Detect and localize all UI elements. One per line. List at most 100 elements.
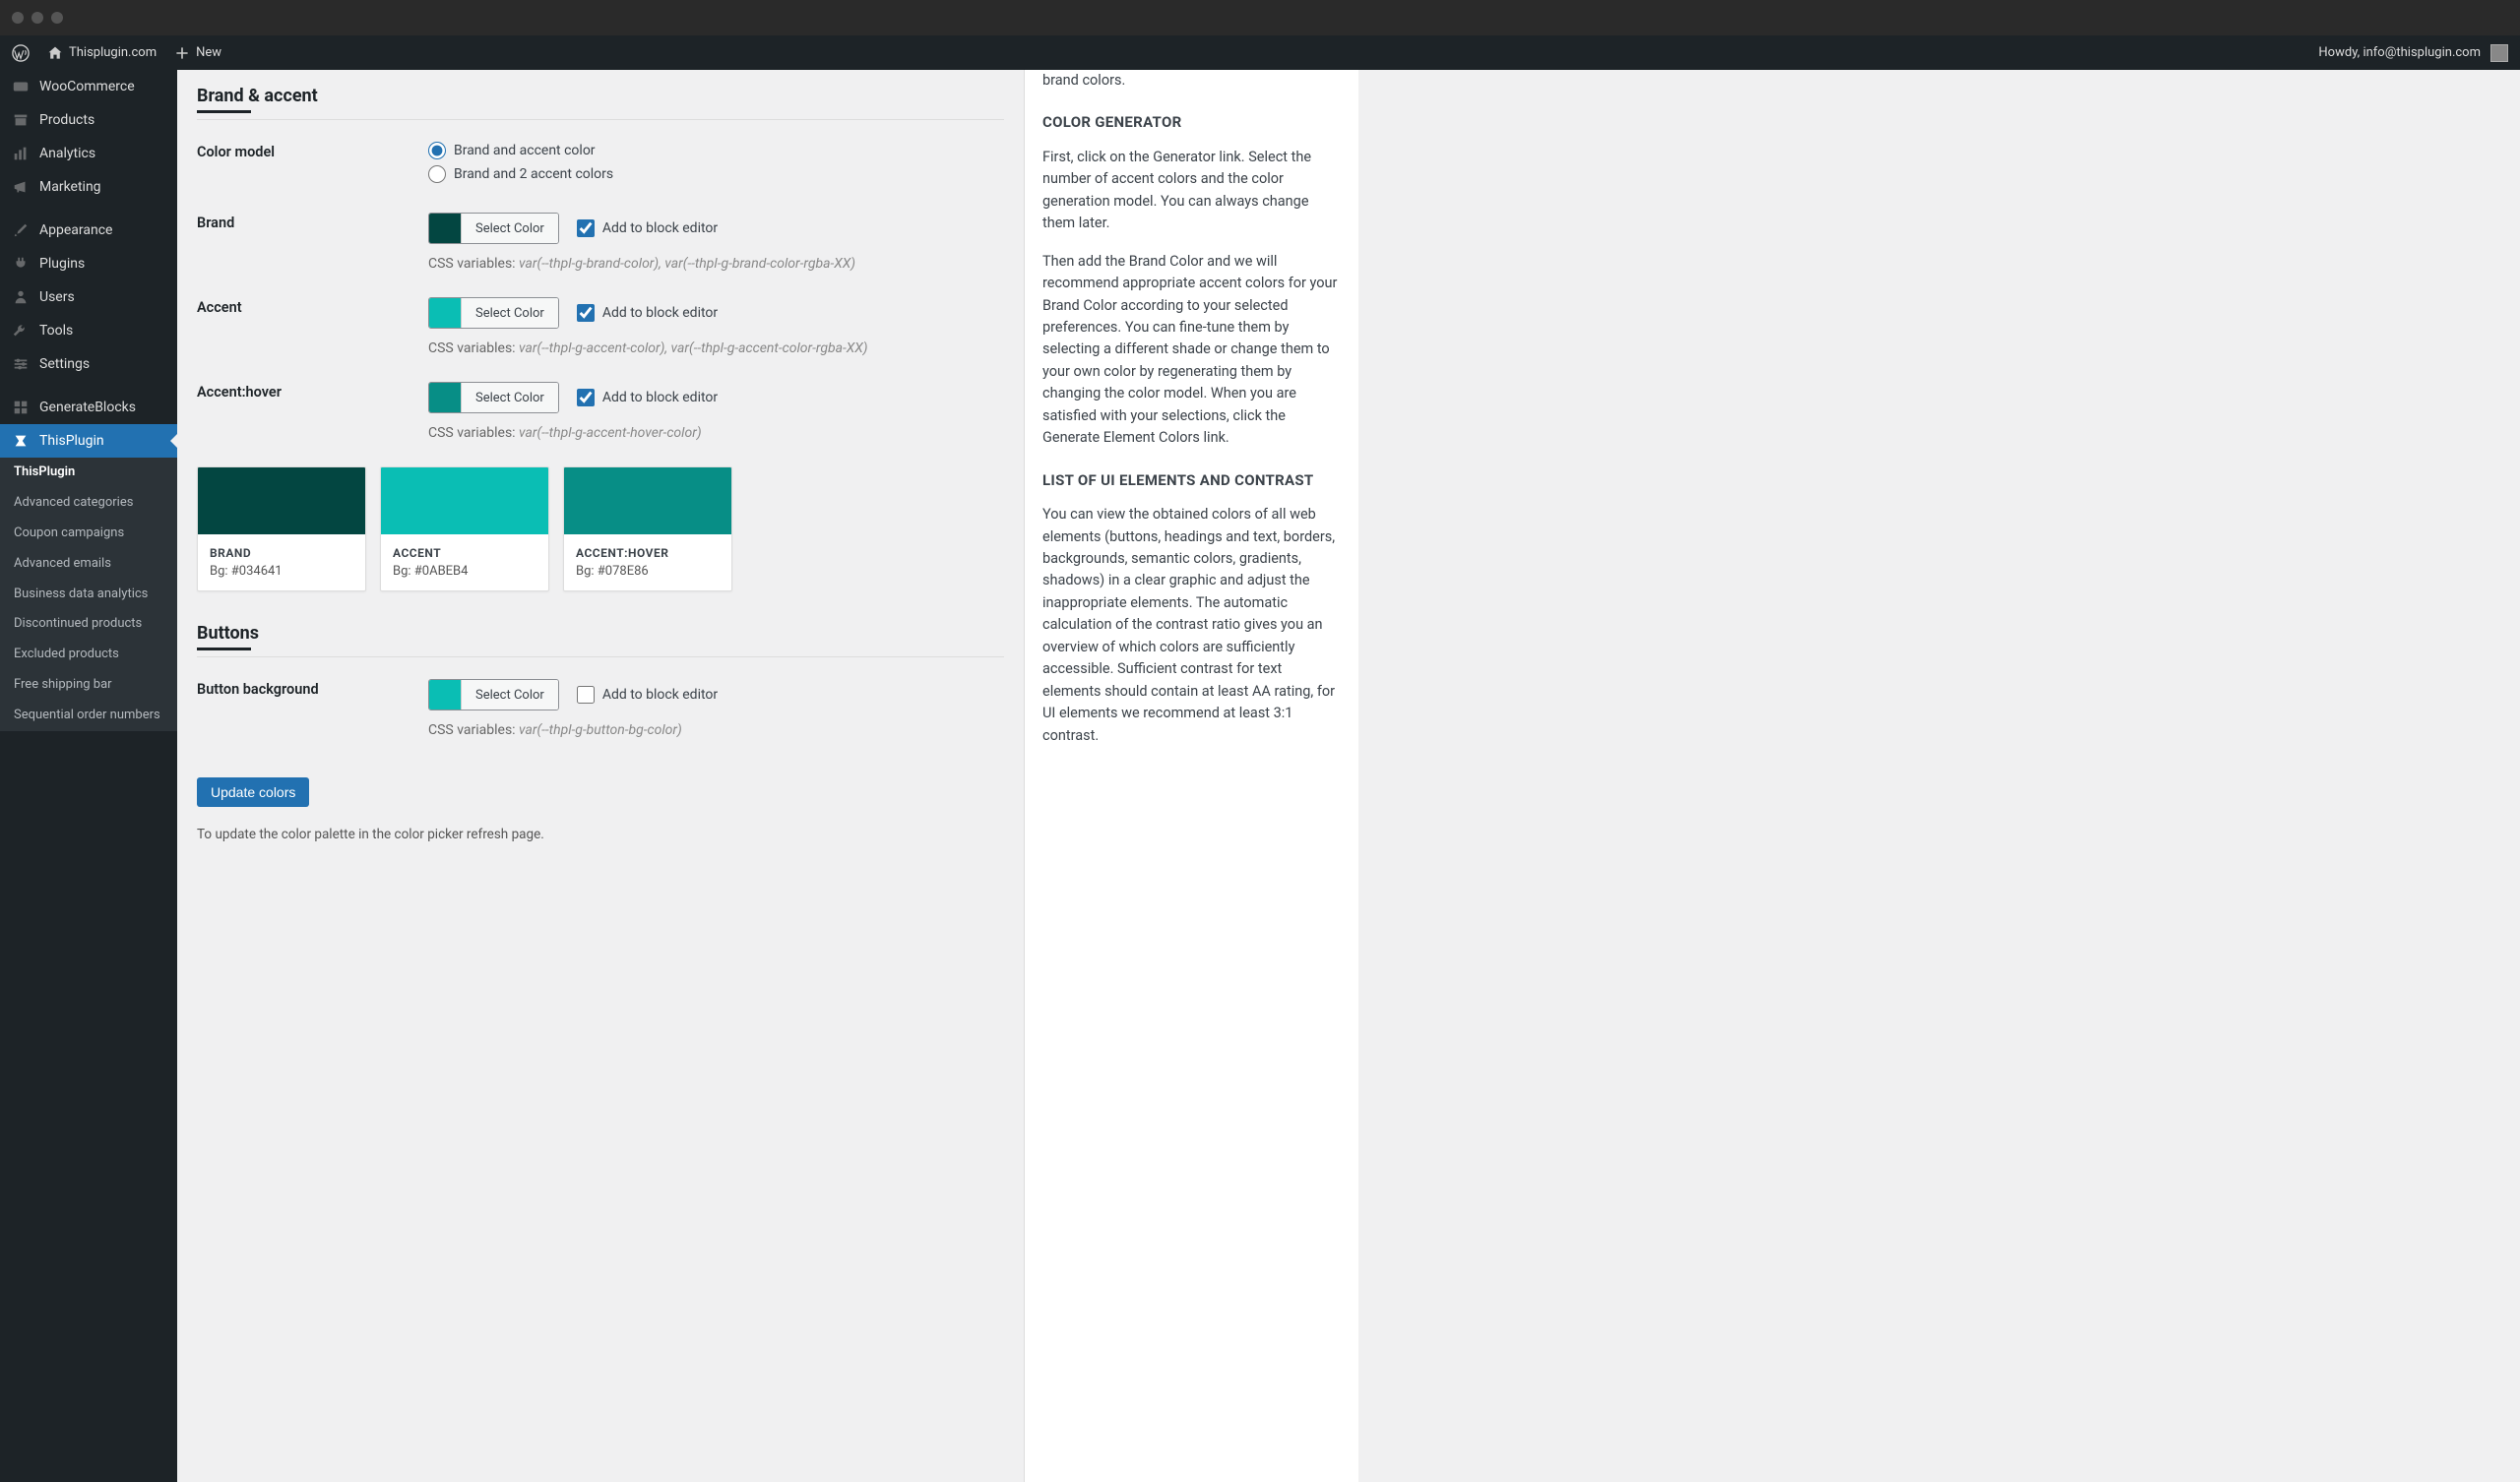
divider	[197, 656, 1004, 657]
radio-color-model-1[interactable]: Brand and 2 accent colors	[428, 165, 1004, 183]
add-to-editor-check-brand-2[interactable]: Add to block editor	[577, 389, 718, 406]
submenu-item-sequential-order-numbers[interactable]: Sequential order numbers	[0, 701, 177, 731]
sidebar-item-label: Tools	[39, 323, 73, 339]
wrench-icon	[12, 322, 30, 340]
submenu-item-business-data-analytics[interactable]: Business data analytics	[0, 580, 177, 610]
sidebar-item-products[interactable]: Products	[0, 103, 177, 137]
wordpress-icon	[12, 44, 30, 62]
sidebar-item-thisplugin[interactable]: ThisPlugin	[0, 424, 177, 458]
css-vars-brand-2: CSS variables: var(--thpl-g-accent-hover…	[428, 425, 1004, 441]
traffic-light-max[interactable]	[51, 12, 63, 24]
sidebar-item-label: ThisPlugin	[39, 433, 104, 449]
sidebar-item-analytics[interactable]: Analytics	[0, 137, 177, 170]
sidebar-item-label: WooCommerce	[39, 79, 135, 94]
submenu-item-discontinued-products[interactable]: Discontinued products	[0, 609, 177, 640]
submenu-item-thisplugin[interactable]: ThisPlugin	[0, 458, 177, 488]
select-color-button[interactable]: Select Color	[461, 214, 558, 243]
home-icon	[47, 45, 63, 61]
radio-label: Brand and accent color	[454, 143, 596, 158]
sidebar-item-tools[interactable]: Tools	[0, 314, 177, 347]
brush-icon	[12, 221, 30, 239]
css-vars-brand-1: CSS variables: var(--thpl-g-accent-color…	[428, 340, 1004, 356]
submenu-item-advanced-categories[interactable]: Advanced categories	[0, 488, 177, 519]
add-to-editor-check-brand-0[interactable]: Add to block editor	[577, 219, 718, 237]
submenu-item-coupon-campaigns[interactable]: Coupon campaigns	[0, 519, 177, 549]
field-label-color-model: Color model	[197, 142, 428, 160]
radio-input[interactable]	[428, 142, 446, 159]
submenu-item-excluded-products[interactable]: Excluded products	[0, 640, 177, 670]
traffic-light-min[interactable]	[32, 12, 43, 24]
checkbox-input[interactable]	[577, 686, 595, 704]
add-to-editor-check-buttons-0[interactable]: Add to block editor	[577, 686, 718, 704]
swatch-bg: Bg: #034641	[210, 564, 353, 579]
submenu-item-advanced-emails[interactable]: Advanced emails	[0, 549, 177, 580]
field-label-brand-2: Accent:hover	[197, 382, 428, 401]
divider	[197, 119, 1004, 120]
swatch-name: BRAND	[210, 546, 353, 560]
field-label-brand-1: Accent	[197, 297, 428, 316]
color-swatch	[429, 680, 461, 710]
add-to-editor-check-brand-1[interactable]: Add to block editor	[577, 304, 718, 322]
site-name: Thisplugin.com	[69, 45, 157, 60]
sidebar-item-label: Analytics	[39, 146, 95, 161]
footer: Update colors To update the color palett…	[197, 764, 1004, 870]
sidebar-item-label: Users	[39, 289, 75, 305]
color-swatches-row: BRAND Bg: #034641 ACCENT Bg: #0ABEB4 ACC…	[197, 466, 1004, 591]
checkbox-input[interactable]	[577, 219, 595, 237]
radio-color-model-0[interactable]: Brand and accent color	[428, 142, 1004, 159]
archive-icon	[12, 111, 30, 129]
sidebar-item-label: Appearance	[39, 222, 112, 238]
select-color-button[interactable]: Select Color	[461, 383, 558, 412]
window-titlebar	[0, 0, 2520, 35]
help-p1: First, click on the Generator link. Sele…	[1042, 147, 1341, 235]
megaphone-icon	[12, 178, 30, 196]
wp-admin-bar: Thisplugin.com New Howdy, info@thisplugi…	[0, 35, 2520, 70]
checkbox-label: Add to block editor	[602, 305, 718, 321]
checkbox-input[interactable]	[577, 389, 595, 406]
sliders-icon	[12, 355, 30, 373]
color-picker-brand-1[interactable]: Select Color	[428, 297, 559, 329]
radio-label: Brand and 2 accent colors	[454, 166, 613, 182]
select-color-button[interactable]: Select Color	[461, 680, 558, 710]
field-label-buttons-0: Button background	[197, 679, 428, 698]
color-picker-brand-2[interactable]: Select Color	[428, 382, 559, 413]
wp-logo[interactable]	[12, 44, 30, 62]
color-swatch	[429, 214, 461, 243]
sidebar-item-settings[interactable]: Settings	[0, 347, 177, 381]
site-name-link[interactable]: Thisplugin.com	[47, 45, 157, 61]
sidebar-item-users[interactable]: Users	[0, 280, 177, 314]
swatch-fill	[198, 467, 365, 534]
chart-icon	[12, 145, 30, 162]
blocks-icon	[12, 399, 30, 416]
traffic-light-close[interactable]	[12, 12, 24, 24]
select-color-button[interactable]: Select Color	[461, 298, 558, 328]
sidebar-item-plugins[interactable]: Plugins	[0, 247, 177, 280]
sidebar-item-label: Marketing	[39, 179, 101, 195]
swatch-fill	[564, 467, 731, 534]
sidebar-item-appearance[interactable]: Appearance	[0, 214, 177, 247]
color-picker-brand-0[interactable]: Select Color	[428, 213, 559, 244]
thisplugin-icon	[12, 432, 30, 450]
swatch-bg: Bg: #0ABEB4	[393, 564, 536, 579]
sidebar-item-marketing[interactable]: Marketing	[0, 170, 177, 204]
sidebar-item-generateblocks[interactable]: GenerateBlocks	[0, 391, 177, 424]
sidebar-item-label: Products	[39, 112, 94, 128]
new-content-link[interactable]: New	[174, 45, 221, 61]
avatar[interactable]	[2490, 44, 2508, 62]
plus-icon	[174, 45, 190, 61]
howdy-text[interactable]: Howdy, info@thisplugin.com	[2318, 45, 2481, 60]
help-heading-contrast: LIST OF UI ELEMENTS AND CONTRAST	[1042, 469, 1341, 492]
sidebar-item-woocommerce[interactable]: WooCommerce	[0, 70, 177, 103]
color-swatch	[429, 383, 461, 412]
help-intro-tail: brand colors.	[1042, 70, 1341, 92]
footer-note: To update the color palette in the color…	[197, 827, 1004, 842]
radio-input[interactable]	[428, 165, 446, 183]
help-heading-generator: COLOR GENERATOR	[1042, 111, 1341, 134]
update-colors-button[interactable]: Update colors	[197, 777, 309, 807]
submenu-item-free-shipping-bar[interactable]: Free shipping bar	[0, 670, 177, 701]
checkbox-input[interactable]	[577, 304, 595, 322]
checkbox-label: Add to block editor	[602, 687, 718, 703]
color-picker-buttons-0[interactable]: Select Color	[428, 679, 559, 710]
section-title-buttons: Buttons	[197, 623, 1004, 650]
plug-icon	[12, 255, 30, 273]
